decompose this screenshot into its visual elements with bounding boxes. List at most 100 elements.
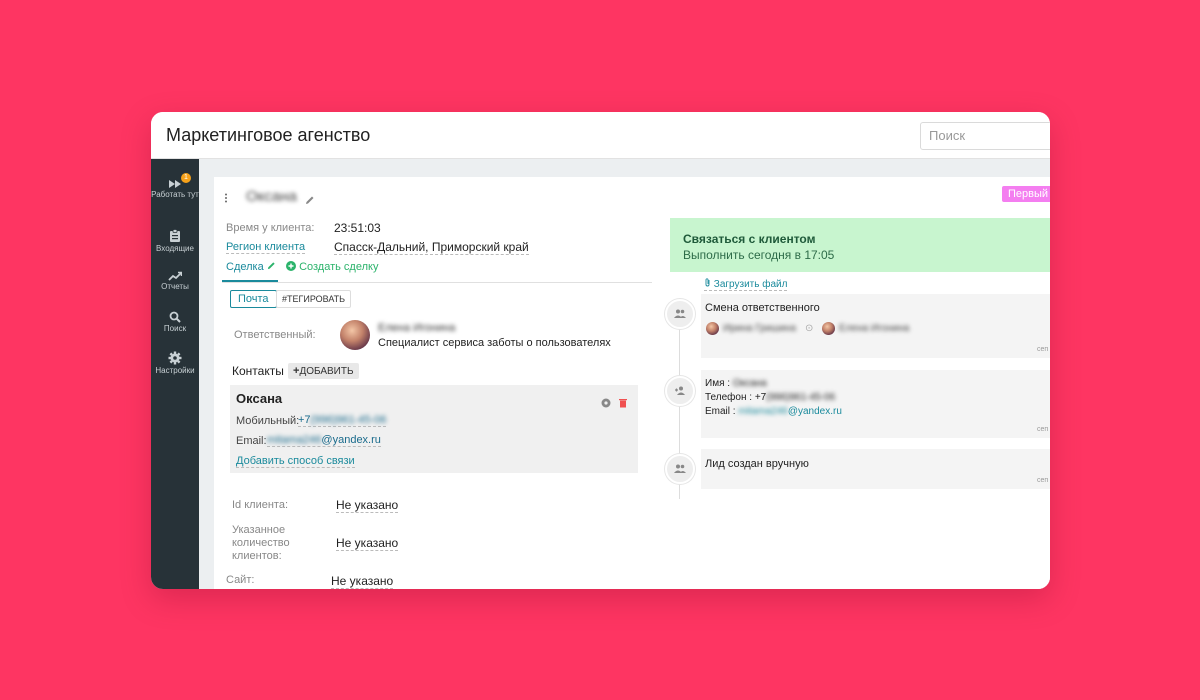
event-name-row: Имя : Оксана bbox=[705, 378, 767, 389]
users-icon bbox=[665, 299, 695, 329]
client-id-value[interactable]: Не указано bbox=[336, 498, 399, 513]
responsible-avatar bbox=[340, 320, 370, 350]
sidebar-item-label: Входящие bbox=[156, 244, 194, 253]
tab-deal-label: Сделка bbox=[226, 261, 264, 273]
clipboard-icon bbox=[170, 229, 180, 242]
upload-file-label: Загрузить файл bbox=[713, 279, 788, 290]
event-phone-prefix: +7 bbox=[754, 392, 767, 403]
phone-label: Мобильный: bbox=[236, 415, 300, 427]
phone-prefix: +7 bbox=[298, 414, 311, 426]
add-contact-button[interactable]: +ДОБАВИТЬ bbox=[288, 363, 359, 379]
event-date: сеп bbox=[1037, 346, 1049, 353]
create-deal-link[interactable]: Создать сделку bbox=[286, 261, 378, 273]
email-hidden: mitama246 bbox=[267, 434, 322, 446]
edit-name-icon[interactable] bbox=[305, 192, 315, 210]
timeline-event-created: Лид создан вручную сеп bbox=[701, 449, 1050, 489]
responsible-role: Специалист сервиса заботы о пользователя… bbox=[378, 337, 611, 349]
email-label: Email: bbox=[236, 435, 267, 447]
gear-icon bbox=[168, 351, 182, 365]
event-name-label: Имя : bbox=[705, 378, 731, 389]
sidebar-item-reports[interactable]: Отчеты bbox=[151, 271, 199, 291]
sidebar: 1 Работать тут Входящие Отчеты Поиск Нас… bbox=[151, 159, 199, 589]
timeline-event-contact: Имя : Оксана Телефон : +7(996)961-45-06 … bbox=[701, 370, 1050, 438]
email-value[interactable]: mitama246@yandex.ru bbox=[267, 434, 381, 447]
clients-count-label: Указанное количество клиентов: bbox=[232, 524, 290, 562]
arrow-icon: ⊙ bbox=[805, 323, 814, 334]
phone-hidden: (996)961-45-06 bbox=[310, 414, 387, 426]
site-label: Сайт: bbox=[226, 574, 255, 586]
event-phone-hidden: (996)961-45-06 bbox=[766, 392, 836, 403]
sidebar-item-label: Работать тут bbox=[151, 190, 199, 199]
region-value[interactable]: Спасск-Дальний, Приморский край bbox=[334, 240, 529, 255]
sidebar-item-inbox[interactable]: Входящие bbox=[151, 229, 199, 253]
event-email-label: Email : bbox=[705, 406, 736, 417]
users-icon bbox=[665, 454, 695, 484]
sidebar-item-work[interactable]: 1 Работать тут bbox=[151, 173, 199, 199]
event-title: Лид создан вручную bbox=[705, 458, 809, 470]
lead-name: Оксана bbox=[246, 188, 297, 205]
edit-icon bbox=[267, 262, 275, 270]
to-user: Елена Игонина bbox=[839, 323, 910, 334]
responsible-label: Ответственный: bbox=[234, 329, 316, 341]
event-email-domain[interactable]: @yandex.ru bbox=[788, 406, 842, 417]
add-contact-label: ДОБАВИТЬ bbox=[299, 366, 354, 377]
upload-file-link[interactable]: Загрузить файл bbox=[704, 278, 788, 291]
task-subtitle: Выполнить сегодня в 17:05 bbox=[683, 248, 835, 262]
search-icon bbox=[169, 311, 181, 323]
settings-icon[interactable] bbox=[601, 395, 611, 413]
tab-active-indicator bbox=[222, 280, 278, 282]
from-user: Ирина Гришина bbox=[723, 323, 796, 334]
tag-button[interactable]: #ТЕГИРОВАТЬ bbox=[276, 290, 352, 308]
event-phone-label: Телефон : bbox=[705, 392, 753, 403]
timeline-event-responsible: Смена ответственного Ирина Гришина ⊙ Еле… bbox=[701, 294, 1050, 358]
avatar bbox=[822, 322, 835, 335]
paperclip-icon bbox=[705, 278, 710, 287]
mail-button[interactable]: Почта bbox=[230, 290, 277, 308]
create-deal-label: Создать сделку bbox=[299, 261, 379, 273]
plus-circle-icon bbox=[286, 261, 296, 271]
region-link[interactable]: Регион клиента bbox=[226, 241, 306, 254]
task-title: Связаться с клиентом bbox=[683, 232, 816, 246]
event-name-value: Оксана bbox=[732, 378, 767, 389]
client-time-value: 23:51:03 bbox=[334, 221, 381, 235]
client-time-label: Время у клиента: bbox=[226, 222, 315, 234]
delete-icon[interactable] bbox=[619, 395, 627, 413]
lead-card: Оксана Первый контакт/Пре Время у клиент… bbox=[214, 177, 1050, 589]
notification-badge: 1 bbox=[181, 173, 191, 183]
event-date: сеп bbox=[1037, 477, 1049, 484]
clients-count-value[interactable]: Не указано bbox=[336, 536, 399, 551]
event-email-hidden[interactable]: mitama246 bbox=[738, 406, 787, 417]
sidebar-item-search[interactable]: Поиск bbox=[151, 311, 199, 333]
app-window: Маркетинговое агенство 1 Работать тут Вх… bbox=[151, 112, 1050, 589]
add-user-icon bbox=[665, 376, 695, 406]
contacts-title: Контакты bbox=[232, 364, 284, 378]
client-id-label: Id клиента: bbox=[232, 499, 289, 511]
sidebar-item-label: Отчеты bbox=[161, 282, 189, 291]
search-box[interactable] bbox=[920, 122, 1050, 150]
fast-forward-icon bbox=[169, 180, 181, 188]
add-contact-method-link[interactable]: Добавить способ связи bbox=[236, 455, 355, 468]
event-title: Смена ответственного bbox=[705, 302, 820, 314]
status-tag[interactable]: Первый контакт/Пре bbox=[1002, 186, 1050, 202]
sidebar-item-label: Настройки bbox=[155, 366, 195, 375]
app-title: Маркетинговое агенство bbox=[166, 125, 371, 145]
email-domain: @yandex.ru bbox=[321, 434, 381, 446]
contact-card: Оксана Мобильный: +7(996)961-45-06 Email… bbox=[230, 385, 638, 473]
sidebar-item-label: Поиск bbox=[163, 324, 187, 333]
avatar bbox=[706, 322, 719, 335]
tab-divider bbox=[222, 282, 652, 283]
sidebar-item-settings[interactable]: Настройки bbox=[151, 351, 199, 375]
tab-deal[interactable]: Сделка bbox=[226, 261, 276, 273]
trending-icon bbox=[168, 271, 182, 281]
site-value[interactable]: Не указано bbox=[331, 574, 394, 589]
contact-name: Оксана bbox=[236, 391, 283, 406]
phone-value[interactable]: +7(996)961-45-06 bbox=[298, 414, 387, 427]
event-date: сеп bbox=[1037, 426, 1049, 433]
responsible-name: Елена Игонина bbox=[378, 322, 456, 334]
drag-handle-icon[interactable] bbox=[224, 190, 228, 208]
search-input[interactable] bbox=[921, 123, 1050, 147]
top-bar: Маркетинговое агенство bbox=[151, 112, 1050, 159]
event-email-row: Email : mitama246@yandex.ru bbox=[705, 406, 842, 417]
event-phone-row: Телефон : +7(996)961-45-06 bbox=[705, 392, 835, 403]
task-box[interactable]: Связаться с клиентом Выполнить сегодня в… bbox=[670, 218, 1050, 272]
